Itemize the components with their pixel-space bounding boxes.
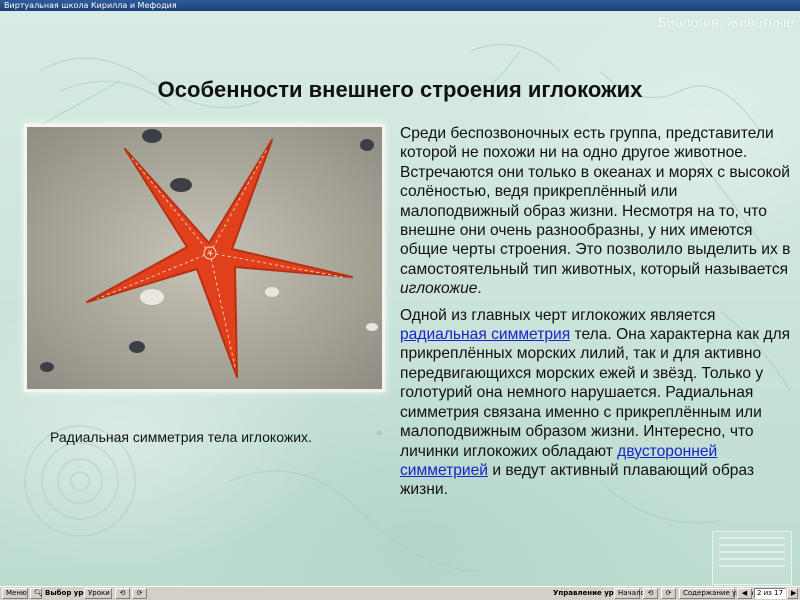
- paragraph-2: Одной из главных черт иглокожих является…: [400, 306, 796, 500]
- forward-arrow-icon[interactable]: ⟳: [132, 588, 147, 599]
- lessons-button[interactable]: Уроки: [84, 588, 112, 599]
- starfish-photo: [24, 124, 385, 392]
- lesson-text: Среди беспозвоночных есть группа, предст…: [400, 124, 796, 507]
- photo-caption: Радиальная симметрия тела иглокожих.: [50, 429, 312, 445]
- page-indicator: 2 из 17: [754, 588, 786, 599]
- undo-arrow-icon[interactable]: ⟲: [643, 588, 658, 599]
- window-title: Виртуальная школа Кирилла и Мефодия: [0, 0, 800, 11]
- paragraph-2-start: Одной из главных черт иглокожих является: [400, 306, 716, 324]
- redo-arrow-icon[interactable]: ⟳: [661, 588, 676, 599]
- paragraph-2-middle: тела. Она характерна как для прикреплённ…: [400, 326, 791, 460]
- paragraph-1-text: Среди беспозвоночных есть группа, предст…: [400, 125, 791, 278]
- search-icon[interactable]: 🔍︎: [30, 588, 43, 599]
- previous-page-icon[interactable]: ◀: [737, 588, 752, 599]
- lesson-contents-button[interactable]: Содержание урока: [679, 588, 753, 599]
- page-title: Особенности внешнего строения иглокожих: [157, 77, 643, 102]
- next-page-icon[interactable]: ▶: [787, 588, 798, 599]
- link-radial-symmetry[interactable]: радиальная симметрия: [400, 326, 570, 343]
- paragraph-1: Среди беспозвоночных есть группа, предст…: [400, 124, 796, 299]
- term-echinoderms: иглокожие: [400, 280, 478, 298]
- anchor-marker-icon: ⁘: [376, 429, 383, 438]
- slide-stage: Биология. Животные Особенности внешнего …: [0, 11, 800, 586]
- subject-label: Биология. Животные: [657, 14, 794, 30]
- back-arrow-icon[interactable]: ⟲: [115, 588, 130, 599]
- menu-button[interactable]: Меню: [2, 588, 28, 599]
- paragraph-1-end: .: [477, 280, 482, 298]
- lesson-toolbar: Меню 🔍︎ Выбор урока: Уроки ⟲ ⟳ Управлени…: [0, 586, 800, 600]
- watermark-stamp: [712, 531, 792, 585]
- start-button[interactable]: Начало: [614, 588, 645, 599]
